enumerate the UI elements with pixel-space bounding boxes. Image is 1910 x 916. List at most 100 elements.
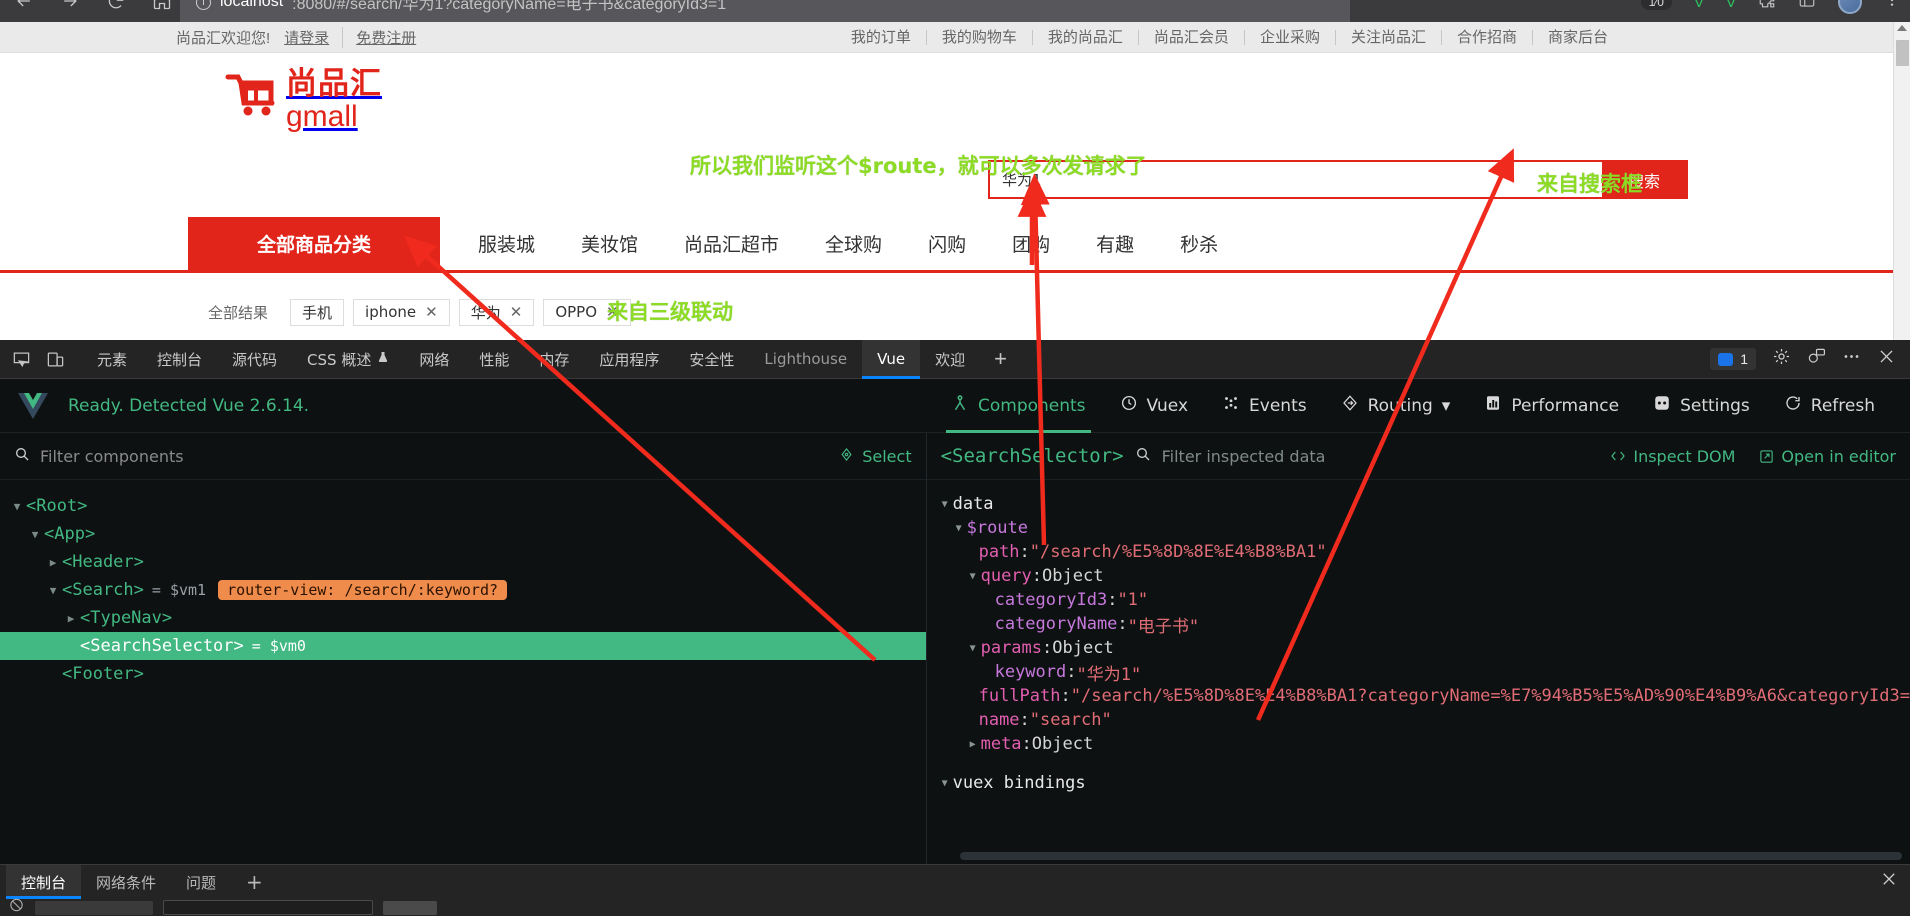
forward-arrow-icon[interactable] [60, 0, 80, 17]
tree-node-search[interactable]: ▼ <Search> = $vm1 router-view: /search/:… [0, 576, 926, 604]
data-row-route[interactable]: ▼ $route [927, 516, 1910, 540]
data-row-meta[interactable]: ▶ meta : Object [927, 732, 1910, 756]
nav-item-seckill[interactable]: 秒杀 [1157, 230, 1241, 257]
message-count-badge[interactable]: 1 [1710, 348, 1756, 370]
drawer-tab-issues[interactable]: 问题 [171, 865, 231, 899]
home-icon[interactable] [152, 0, 172, 17]
data-row-data[interactable]: ▼ data [927, 492, 1910, 516]
tree-node-app[interactable]: ▼ <App> [0, 520, 926, 548]
tab-console[interactable]: 控制台 [142, 340, 217, 379]
nav-item-beauty[interactable]: 美妆馆 [558, 230, 661, 257]
close-icon[interactable]: ✕ [606, 303, 619, 321]
topbar-link-orders[interactable]: 我的订单 [836, 29, 927, 45]
extension-vue-icon-2[interactable]: V [1726, 0, 1736, 11]
register-link[interactable]: 免费注册 [343, 27, 416, 48]
more-options-icon[interactable] [1842, 347, 1861, 371]
close-icon[interactable]: ✕ [510, 303, 523, 321]
nav-item-global[interactable]: 全球购 [802, 230, 905, 257]
vue-tab-settings[interactable]: Settings [1636, 379, 1767, 433]
close-icon[interactable] [1880, 870, 1898, 894]
data-row-params[interactable]: ▼ params : Object [927, 636, 1910, 660]
chevron-down-icon[interactable]: ▼ [937, 499, 953, 510]
vue-tab-refresh[interactable]: Refresh [1767, 379, 1892, 433]
inspect-dom-button[interactable]: Inspect DOM [1610, 447, 1735, 466]
tree-node-footer[interactable]: <Footer> [0, 660, 926, 688]
close-icon[interactable] [1877, 347, 1896, 371]
browser-favorites-icon[interactable] [1798, 0, 1816, 14]
topbar-link-my-gmall[interactable]: 我的尚品汇 [1033, 29, 1139, 45]
close-icon[interactable]: ✕ [425, 303, 438, 321]
nav-item-clothing[interactable]: 服装城 [455, 230, 558, 257]
topbar-link-enterprise[interactable]: 企业采购 [1245, 29, 1336, 45]
nav-item-flashsale[interactable]: 闪购 [905, 230, 989, 257]
topbar-link-merchant[interactable]: 商家后台 [1533, 30, 1623, 45]
add-tab-button[interactable]: + [980, 346, 1021, 372]
tab-network[interactable]: 网络 [404, 340, 464, 379]
extension-vue-icon[interactable]: V [1694, 0, 1704, 11]
extension-puzzle-icon[interactable] [1758, 0, 1776, 14]
chevron-down-icon[interactable]: ▼ [44, 584, 62, 597]
search-box[interactable]: 搜索 [988, 160, 1688, 199]
tab-welcome[interactable]: 欢迎 [920, 340, 980, 379]
vue-tab-events[interactable]: Events [1205, 379, 1324, 433]
nav-item-supermarket[interactable]: 尚品汇超市 [661, 230, 802, 257]
chevron-down-icon[interactable]: ▼ [965, 571, 981, 582]
chevron-right-icon[interactable]: ▶ [62, 612, 80, 625]
filter-tag-oppo[interactable]: OPPO ✕ [543, 298, 631, 326]
reload-icon[interactable] [106, 0, 126, 17]
tree-node-typenav[interactable]: ▶ <TypeNav> [0, 604, 926, 632]
tree-node-header[interactable]: ▶ <Header> [0, 548, 926, 576]
chevron-right-icon[interactable]: ▶ [965, 739, 981, 750]
site-info-icon[interactable]: i [196, 0, 211, 10]
tree-node-searchselector[interactable]: <SearchSelector> = $vm0 [0, 632, 926, 660]
tab-vue[interactable]: Vue [862, 339, 921, 379]
filter-tag-iphone[interactable]: iphone ✕ [353, 298, 450, 326]
zoom-badge[interactable]: 1⁄0 [1640, 0, 1672, 10]
filter-tag-huawei[interactable]: 华为 ✕ [458, 298, 535, 326]
chevron-down-icon[interactable]: ▾ [1442, 396, 1451, 416]
site-logo[interactable]: 尚品汇 gmall [222, 69, 382, 132]
tab-performance[interactable]: 性能 [464, 340, 524, 379]
component-filter-input[interactable]: Filter components [40, 447, 184, 466]
data-row-query[interactable]: ▼ query : Object [927, 564, 1910, 588]
chevron-down-icon[interactable]: ▼ [937, 778, 953, 789]
feedback-icon[interactable] [1807, 347, 1826, 371]
vue-tab-vuex[interactable]: Vuex [1103, 379, 1205, 433]
filter-tag-phone[interactable]: 手机 [290, 298, 345, 326]
profile-avatar-icon[interactable] [1838, 0, 1862, 14]
nav-item-fun[interactable]: 有趣 [1073, 230, 1157, 257]
drawer-tab-console[interactable]: 控制台 [6, 865, 82, 899]
inspected-data-filter-input[interactable]: Filter inspected data [1162, 447, 1326, 466]
chevron-down-icon[interactable]: ▼ [26, 528, 44, 541]
vue-tab-components[interactable]: Components [934, 379, 1103, 433]
scroll-up-icon[interactable] [1897, 25, 1907, 31]
topbar-link-follow[interactable]: 关注尚品汇 [1336, 29, 1442, 45]
tab-application[interactable]: 应用程序 [584, 340, 674, 379]
tree-node-root[interactable]: ▼ <Root> [0, 492, 926, 520]
data-row-vuex-bindings[interactable]: ▼ vuex bindings [927, 766, 1910, 800]
tab-css-overview[interactable]: CSS 概述 [292, 340, 404, 379]
browser-menu-icon[interactable] [1884, 0, 1900, 13]
inspect-element-icon[interactable] [4, 342, 38, 376]
vue-tab-performance[interactable]: Performance [1467, 379, 1636, 433]
tab-sources[interactable]: 源代码 [217, 340, 292, 379]
gear-icon[interactable] [1772, 347, 1791, 371]
back-arrow-icon[interactable] [14, 0, 34, 17]
topbar-link-membership[interactable]: 尚品汇会员 [1139, 29, 1245, 45]
page-scrollbar[interactable] [1893, 22, 1910, 340]
chevron-right-icon[interactable]: ▶ [44, 556, 62, 569]
tab-memory[interactable]: 内存 [524, 340, 584, 379]
device-toolbar-icon[interactable] [38, 342, 72, 376]
topbar-link-cart[interactable]: 我的购物车 [927, 29, 1033, 45]
topbar-link-partners[interactable]: 合作招商 [1442, 29, 1533, 45]
drawer-add-tab-button[interactable]: + [231, 865, 278, 899]
nav-item-groupbuy[interactable]: 团购 [989, 230, 1073, 257]
drawer-tab-network-conditions[interactable]: 网络条件 [81, 865, 171, 899]
console-level-select[interactable] [383, 900, 437, 915]
login-link[interactable]: 请登录 [284, 26, 344, 48]
all-categories-button[interactable]: 全部商品分类 [188, 217, 440, 270]
chevron-down-icon[interactable]: ▼ [8, 500, 26, 513]
address-bar[interactable]: i localhost:8080/#/search/华为1?categoryNa… [196, 0, 726, 22]
select-component-button[interactable]: Select [839, 447, 912, 466]
tab-elements[interactable]: 元素 [82, 340, 142, 379]
